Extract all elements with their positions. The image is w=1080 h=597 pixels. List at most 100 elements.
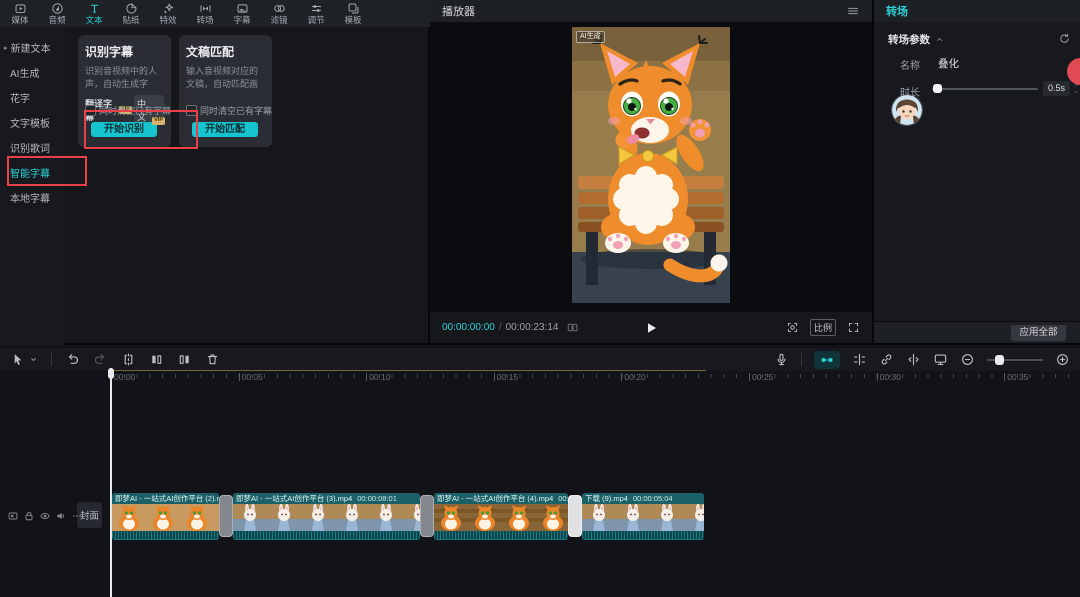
clear-existing-checkbox[interactable]	[186, 105, 197, 116]
duration-slider-handle[interactable]	[933, 84, 942, 93]
undo-icon[interactable]	[65, 352, 80, 367]
tab-audio[interactable]: 音频	[39, 0, 76, 27]
sidebar-item-1[interactable]: ▸新建文本	[0, 35, 64, 60]
tab-text[interactable]: 文本	[76, 0, 113, 27]
sidebar-item-2[interactable]: AI生成	[0, 60, 64, 85]
clip-thumbnails	[233, 504, 420, 531]
timeline-clip-1[interactable]: 即梦AI - 一站式AI创作平台 (2).mp4	[112, 493, 219, 540]
thumbnail	[369, 504, 403, 531]
fullscreen-icon[interactable]	[847, 321, 860, 334]
transition-marker-3[interactable]	[568, 495, 582, 537]
player-title: 播放器	[442, 3, 475, 19]
total-time: 00:00:23:14	[506, 322, 559, 333]
sidebar-item-7[interactable]: 本地字幕	[0, 185, 64, 210]
sidebar-item-label: 花字	[10, 90, 30, 105]
zoom-in-icon[interactable]	[1055, 352, 1070, 367]
clip-audio-waveform	[233, 531, 420, 540]
sidebar-item-3[interactable]: 花字	[0, 85, 64, 110]
more-icon[interactable]	[71, 510, 83, 522]
tab-sticker[interactable]: 贴纸	[113, 0, 150, 27]
clear-existing-checkbox[interactable]	[85, 105, 96, 116]
linkage-icon[interactable]	[879, 352, 894, 367]
ruler-label: 00:20	[624, 372, 645, 382]
stepper-down-icon[interactable]	[1072, 89, 1080, 95]
playback-quality-icon[interactable]	[566, 321, 579, 334]
microphone-icon[interactable]	[774, 352, 789, 367]
trim-left-icon[interactable]	[149, 352, 164, 367]
main-track-magnet-icon[interactable]	[814, 351, 840, 369]
tab-template[interactable]: 模板	[335, 0, 372, 27]
duration-slider-track[interactable]	[932, 88, 1038, 90]
trash-icon[interactable]	[205, 352, 220, 367]
tab-caption[interactable]: 字幕	[224, 0, 261, 27]
tab-filter[interactable]: 滤镜	[261, 0, 298, 27]
start-match-button[interactable]: 开始匹配	[192, 122, 258, 137]
play-icon[interactable]	[643, 320, 659, 336]
tab-media[interactable]: 媒体	[2, 0, 39, 27]
template-icon	[347, 2, 360, 15]
lock-icon[interactable]	[23, 510, 35, 522]
playhead-handle[interactable]	[108, 368, 114, 379]
ruler-label: 00:05	[242, 372, 263, 382]
card-title: 文稿匹配	[186, 43, 265, 60]
trim-right-icon[interactable]	[177, 352, 192, 367]
timeline-zoom-handle[interactable]	[995, 355, 1004, 365]
apply-all-button[interactable]: 应用全部	[1011, 325, 1066, 341]
adapt-preview-icon[interactable]	[786, 321, 799, 334]
clear-existing-label: 同时清空已有字幕	[200, 104, 272, 117]
thumbnail	[112, 504, 146, 531]
tab-adjust[interactable]: 调节	[298, 0, 335, 27]
tab-transition[interactable]: 转场	[187, 0, 224, 27]
auto-snap-icon[interactable]	[852, 352, 867, 367]
reset-icon[interactable]	[1058, 32, 1071, 45]
clip-filename: 即梦AI - 一站式AI创作平台 (3).mp4	[236, 493, 352, 504]
cursor-icon[interactable]	[10, 352, 25, 367]
clip-label: 即梦AI - 一站式AI创作平台 (2).mp4	[112, 493, 219, 504]
tab-label: 滤镜	[271, 16, 288, 25]
video-frame[interactable]: AI生成	[572, 27, 730, 303]
playhead-line[interactable]	[110, 368, 112, 597]
player-canvas[interactable]: AI生成	[430, 22, 872, 312]
name-label: 名称	[900, 57, 920, 72]
timeline-ruler[interactable]: 00:0000:0500:1000:1500:2000:2500:3000:35	[0, 371, 1080, 385]
timeline-clip-3[interactable]: 即梦AI - 一站式AI创作平台 (4).mp400:00:0	[434, 493, 568, 540]
ratio-button[interactable]: 比例	[810, 319, 836, 336]
tab-label: 转场	[197, 16, 214, 25]
start-recognize-button[interactable]: 开始识别 VIP	[91, 122, 157, 137]
duration-value[interactable]: 0.5s	[1043, 81, 1070, 96]
sidebar-item-4[interactable]: 文字模板	[0, 110, 64, 135]
timeline-zoom-slider[interactable]	[987, 359, 1043, 361]
tab-label: 文本	[86, 16, 103, 25]
thumbnail	[434, 504, 468, 531]
tab-effects[interactable]: 特效	[150, 0, 187, 27]
timeline-clip-4[interactable]: 下载 (9).mp400:00:05:04	[582, 493, 704, 540]
sidebar-item-5[interactable]: 识别歌词	[0, 135, 64, 160]
chevron-down-icon[interactable]	[29, 355, 38, 364]
preview-axis-icon[interactable]	[906, 352, 921, 367]
sidebar-item-label: 新建文本	[11, 40, 51, 55]
zoom-out-icon[interactable]	[960, 352, 975, 367]
clip-filename: 即梦AI - 一站式AI创作平台 (4).mp4	[437, 493, 553, 504]
transition-marker-2[interactable]	[420, 495, 434, 537]
sidebar-item-6[interactable]: 智能字幕	[0, 160, 64, 185]
split-icon[interactable]	[121, 352, 136, 367]
menu-icon[interactable]	[846, 4, 860, 18]
mute-icon[interactable]	[55, 510, 67, 522]
clip-label: 下载 (9).mp400:00:05:04	[582, 493, 704, 504]
player-controls-right: 比例	[786, 319, 860, 336]
transition-params-section[interactable]: 转场参数	[888, 32, 944, 47]
thumbnail	[616, 504, 650, 531]
visibility-icon[interactable]	[39, 510, 51, 522]
global-preview-icon[interactable]	[933, 352, 948, 367]
player-header: 播放器	[430, 0, 872, 22]
clip-label: 即梦AI - 一站式AI创作平台 (3).mp400:00:08:01	[233, 493, 420, 504]
start-recognize-label: 开始识别	[104, 124, 144, 135]
clip-label: 即梦AI - 一站式AI创作平台 (4).mp400:00:0	[434, 493, 568, 504]
toolbar-divider	[51, 353, 52, 366]
assistant-avatar[interactable]	[892, 95, 922, 125]
timeline-clip-2[interactable]: 即梦AI - 一站式AI创作平台 (3).mp400:00:08:01	[233, 493, 420, 540]
adjust-icon	[310, 2, 323, 15]
transition-marker-1[interactable]	[219, 495, 233, 537]
track-frame-icon[interactable]	[7, 510, 19, 522]
time-separator: /	[499, 322, 502, 333]
